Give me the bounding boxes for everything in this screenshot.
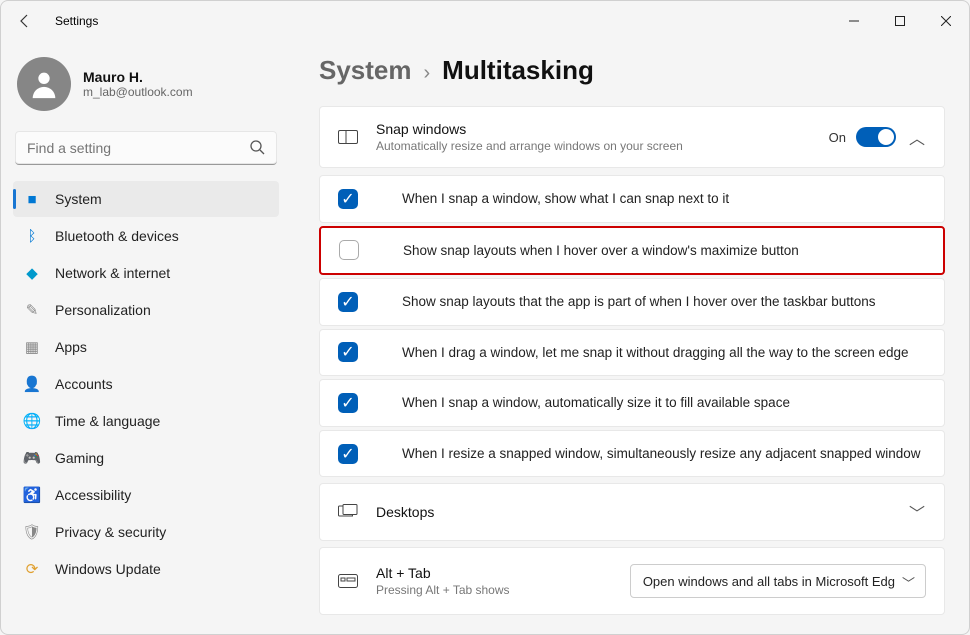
chevron-up-icon[interactable]: ︿ xyxy=(908,125,926,149)
update-icon: ⟳ xyxy=(23,560,41,578)
globe-icon: 🌐 xyxy=(23,412,41,430)
bluetooth-icon: ᛒ xyxy=(23,227,41,245)
snap-option-row[interactable]: ✓ When I resize a snapped window, simult… xyxy=(319,430,945,478)
snap-title: Snap windows xyxy=(376,121,683,137)
alttab-icon xyxy=(338,574,358,588)
snap-windows-card: Snap windows Automatically resize and ar… xyxy=(319,106,945,168)
checkbox[interactable]: ✓ xyxy=(338,189,358,209)
sidebar-item-label: Network & internet xyxy=(55,265,170,281)
sidebar-item-label: Windows Update xyxy=(55,561,161,577)
toggle-state-label: On xyxy=(829,130,846,145)
checkbox[interactable] xyxy=(339,240,359,260)
profile-name: Mauro H. xyxy=(83,69,193,85)
profile-email: m_lab@outlook.com xyxy=(83,85,193,99)
sidebar-item-system[interactable]: ■ System xyxy=(13,181,279,217)
snap-options-list: ✓ When I snap a window, show what I can … xyxy=(319,175,945,477)
sidebar-item-network[interactable]: ◆ Network & internet xyxy=(13,255,279,291)
snap-option-label: When I snap a window, automatically size… xyxy=(402,394,790,412)
alttab-row[interactable]: Alt + Tab Pressing Alt + Tab shows Open … xyxy=(319,547,945,615)
back-button[interactable] xyxy=(15,11,35,31)
chevron-right-icon: › xyxy=(424,62,431,85)
sidebar-item-time[interactable]: 🌐 Time & language xyxy=(13,403,279,439)
close-button[interactable] xyxy=(923,1,969,41)
sidebar-item-gaming[interactable]: 🎮 Gaming xyxy=(13,440,279,476)
snap-option-row[interactable]: ✓ When I snap a window, automatically si… xyxy=(319,379,945,427)
snap-option-label: Show snap layouts that the app is part o… xyxy=(402,293,876,311)
snap-windows-header[interactable]: Snap windows Automatically resize and ar… xyxy=(320,107,944,167)
desktops-title: Desktops xyxy=(376,504,434,520)
accounts-icon: 👤 xyxy=(23,375,41,393)
alttab-dropdown[interactable]: Open windows and all tabs in Microsoft E… xyxy=(630,564,926,598)
snap-option-label: When I snap a window, show what I can sn… xyxy=(402,190,729,208)
snap-option-row[interactable]: ✓ Show snap layouts that the app is part… xyxy=(319,278,945,326)
sidebar-item-personalization[interactable]: ✎ Personalization xyxy=(13,292,279,328)
sidebar-item-privacy[interactable]: 🛡 Privacy & security xyxy=(13,514,279,550)
sidebar: Mauro H. m_lab@outlook.com ■ System ᛒ Blue… xyxy=(1,41,291,634)
breadcrumb: System › Multitasking xyxy=(319,41,945,106)
snap-icon xyxy=(338,130,358,144)
sidebar-item-label: Accessibility xyxy=(55,487,131,503)
sidebar-item-label: Time & language xyxy=(55,413,160,429)
minimize-button[interactable] xyxy=(831,1,877,41)
search-box[interactable] xyxy=(15,131,277,165)
search-input[interactable] xyxy=(15,131,277,165)
desktops-icon xyxy=(338,504,358,520)
snap-option-row-highlighted[interactable]: Show snap layouts when I hover over a wi… xyxy=(319,226,945,276)
page-title: Multitasking xyxy=(442,55,594,86)
snap-option-label: When I resize a snapped window, simultan… xyxy=(402,445,921,463)
content: System › Multitasking Snap windows Autom… xyxy=(291,41,969,634)
desktops-row[interactable]: Desktops ﹀ xyxy=(319,483,945,541)
dropdown-value: Open windows and all tabs in Microsoft E… xyxy=(643,574,895,589)
sidebar-item-update[interactable]: ⟳ Windows Update xyxy=(13,551,279,587)
checkbox[interactable]: ✓ xyxy=(338,444,358,464)
breadcrumb-parent[interactable]: System xyxy=(319,55,412,86)
snap-option-label: When I drag a window, let me snap it wit… xyxy=(402,344,909,362)
checkbox[interactable]: ✓ xyxy=(338,292,358,312)
sidebar-item-bluetooth[interactable]: ᛒ Bluetooth & devices xyxy=(13,218,279,254)
avatar xyxy=(17,57,71,111)
alttab-subtitle: Pressing Alt + Tab shows xyxy=(376,583,510,597)
sidebar-item-label: System xyxy=(55,191,102,207)
snap-option-row[interactable]: ✓ When I drag a window, let me snap it w… xyxy=(319,329,945,377)
sidebar-item-accounts[interactable]: 👤 Accounts xyxy=(13,366,279,402)
checkbox[interactable]: ✓ xyxy=(338,342,358,362)
maximize-button[interactable] xyxy=(877,1,923,41)
snap-subtitle: Automatically resize and arrange windows… xyxy=(376,139,683,153)
sidebar-item-label: Gaming xyxy=(55,450,104,466)
snap-option-label: Show snap layouts when I hover over a wi… xyxy=(403,242,799,260)
sidebar-item-apps[interactable]: ▦ Apps xyxy=(13,329,279,365)
alttab-title: Alt + Tab xyxy=(376,565,510,581)
chevron-down-icon: ﹀ xyxy=(902,573,915,592)
window-controls xyxy=(831,1,969,41)
checkbox[interactable]: ✓ xyxy=(338,393,358,413)
network-icon: ◆ xyxy=(23,264,41,282)
nav-list: ■ System ᛒ Bluetooth & devices ◆ Network & … xyxy=(13,181,279,587)
sidebar-item-label: Accounts xyxy=(55,376,113,392)
sidebar-item-label: Privacy & security xyxy=(55,524,166,540)
sidebar-item-label: Apps xyxy=(55,339,87,355)
profile[interactable]: Mauro H. m_lab@outlook.com xyxy=(13,49,279,127)
shield-icon: 🛡 xyxy=(23,523,41,541)
snap-toggle[interactable] xyxy=(856,127,896,147)
brush-icon: ✎ xyxy=(23,301,41,319)
display-icon: ■ xyxy=(23,190,41,208)
snap-option-row[interactable]: ✓ When I snap a window, show what I can … xyxy=(319,175,945,223)
sidebar-item-label: Bluetooth & devices xyxy=(55,228,179,244)
gaming-icon: 🎮 xyxy=(23,449,41,467)
chevron-down-icon[interactable]: ﹀ xyxy=(908,500,926,524)
titlebar: Settings xyxy=(1,1,969,41)
sidebar-item-accessibility[interactable]: ♿ Accessibility xyxy=(13,477,279,513)
sidebar-item-label: Personalization xyxy=(55,302,151,318)
window-title: Settings xyxy=(55,14,98,28)
accessibility-icon: ♿ xyxy=(23,486,41,504)
apps-icon: ▦ xyxy=(23,338,41,356)
search-icon xyxy=(249,139,265,160)
